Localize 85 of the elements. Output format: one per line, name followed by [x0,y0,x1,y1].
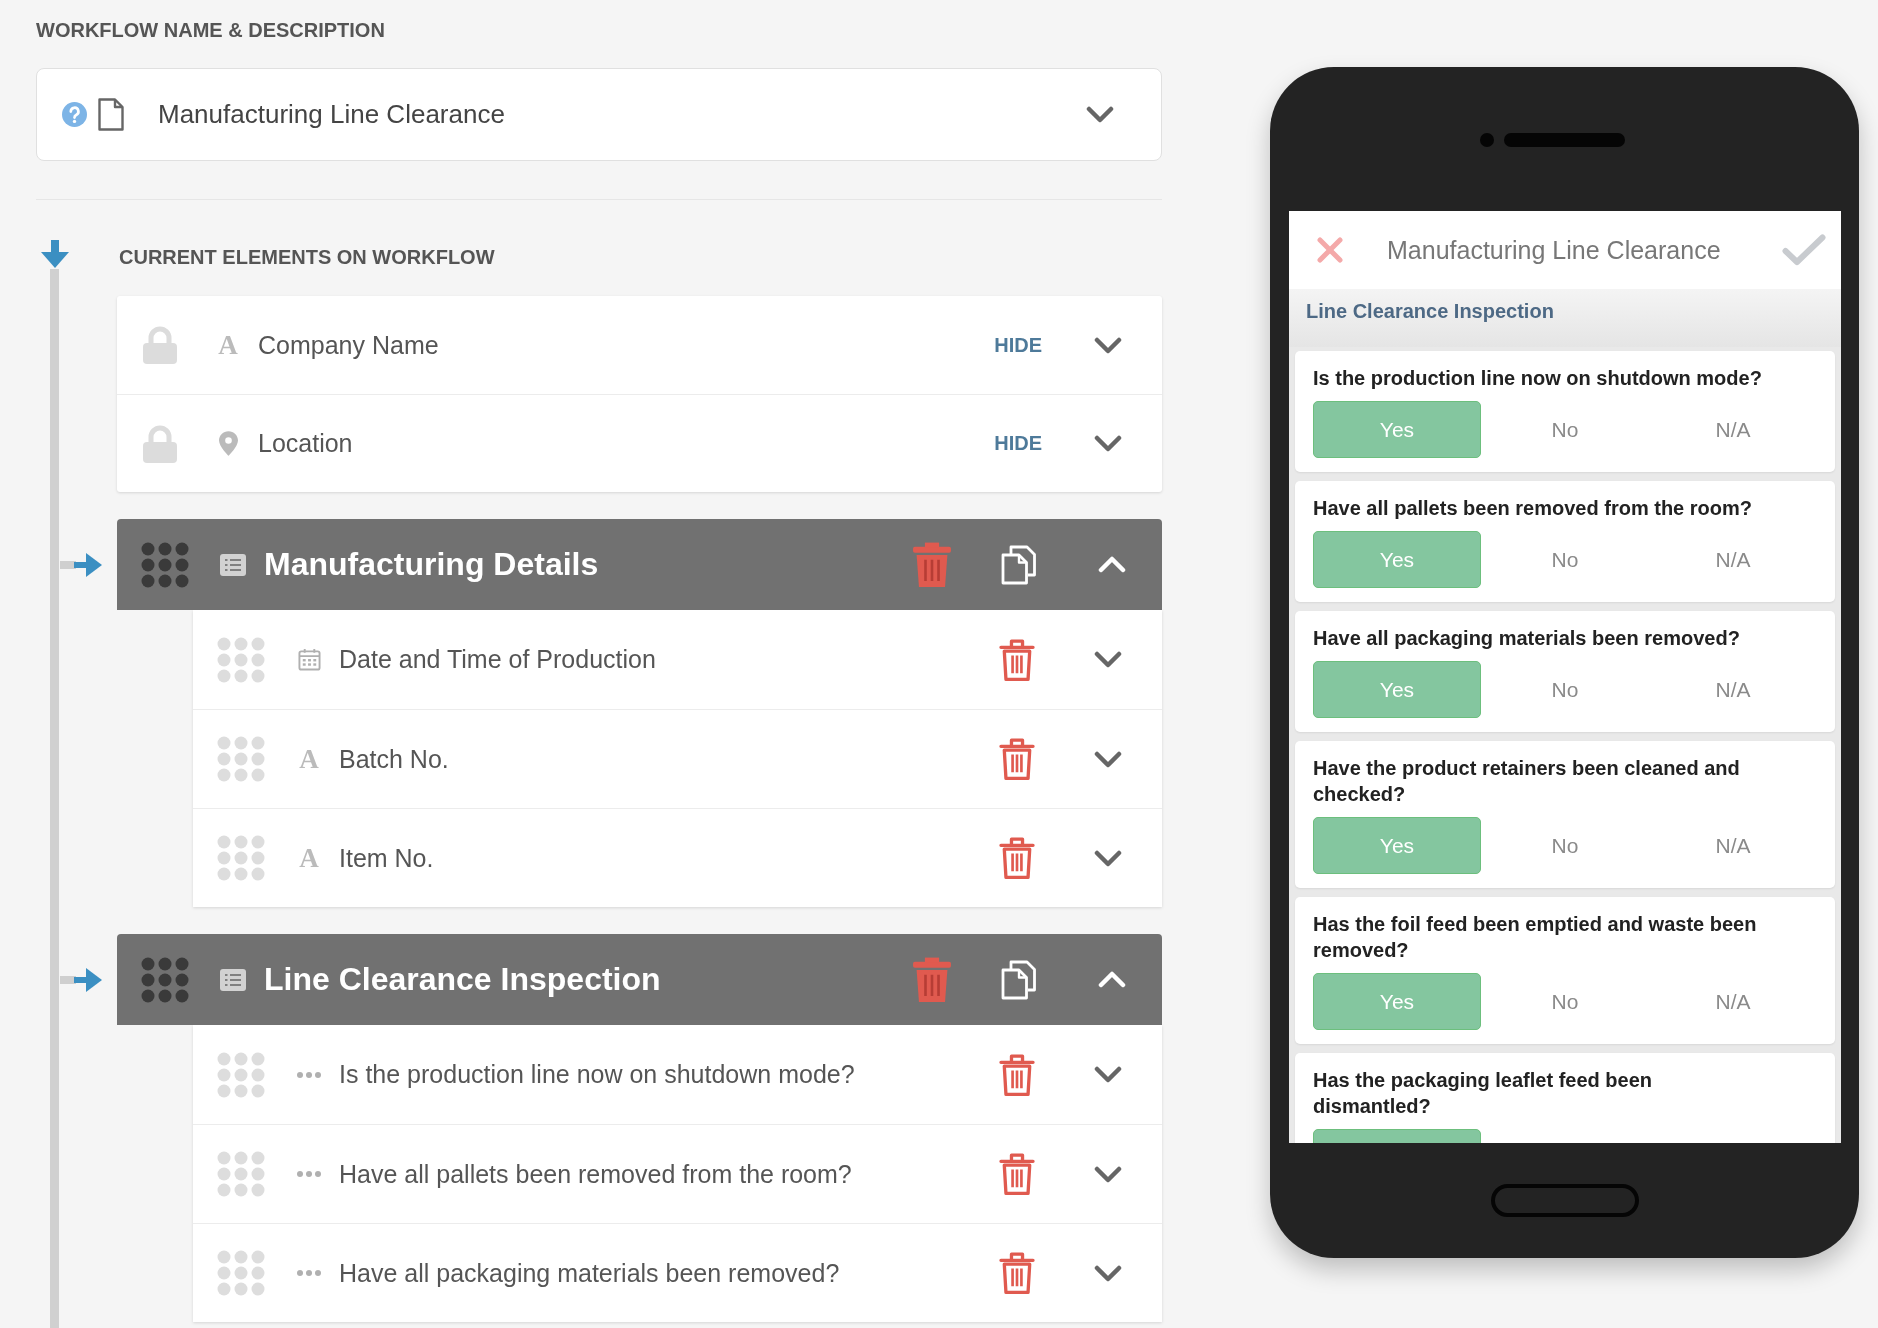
arrow-right-icon [60,966,103,993]
checkmark-icon[interactable] [1782,234,1826,266]
answer-button[interactable]: Yes [1313,531,1481,588]
workflow-name: Manufacturing Line Clearance [158,99,505,130]
chevron-down-icon[interactable] [1086,106,1114,123]
letter-type-glyph: A [299,844,319,872]
field-label: Is the production line now on shutdown mode? [339,1060,855,1089]
answer-button[interactable]: Yes [1313,973,1481,1030]
answer-button[interactable]: No [1481,817,1649,874]
calendar-icon [297,648,321,671]
section-title: Manufacturing Details [264,546,599,583]
chevron-down-icon[interactable] [1094,849,1122,867]
chevron-down-icon[interactable] [1094,1264,1122,1282]
drag-handle-icon[interactable] [141,541,189,588]
drag-handle-icon[interactable] [217,1051,265,1098]
home-button-icon [1490,1184,1639,1217]
answer-button[interactable]: No [1481,661,1649,718]
question-text: Has the foil feed been emptied and waste been removed? [1313,912,1758,963]
answer-button[interactable]: No [1481,973,1649,1030]
section-title: Line Clearance Inspection [264,961,661,998]
ellipsis-icon [297,1270,321,1276]
field-label: Company Name [258,330,439,360]
ellipsis-icon [297,1071,321,1078]
section-heading: WORKFLOW NAME & DESCRIPTION [36,19,385,41]
ellipsis-icon [297,1171,321,1177]
trash-icon[interactable] [999,1153,1035,1195]
chevron-down-icon[interactable] [1094,1066,1122,1083]
question-text: Has the packaging leaflet feed been dismantled? [1313,1068,1653,1119]
field-label: Location [258,429,353,458]
front-camera-icon [1480,133,1494,147]
section-heading: CURRENT ELEMENTS ON WORKFLOW [119,245,495,269]
close-icon[interactable] [1317,237,1343,263]
location-pin-icon [218,431,238,456]
question-text: Is the production line now on shutdown mode? [1313,366,1763,391]
copy-icon[interactable] [1001,544,1037,585]
section-label: Line Clearance Inspection [1306,300,1554,322]
field-label: Date and Time of Production [339,645,656,674]
drag-handle-icon[interactable] [217,636,265,683]
chevron-down-icon[interactable] [1094,336,1122,354]
question-text: Have all pallets been removed from the room? [1313,496,1753,521]
field-label: Have all packaging materials been removed? [339,1258,840,1288]
answer-button[interactable]: No [1481,401,1649,458]
arrow-right-icon [60,551,103,578]
answer-button[interactable]: Yes [1313,817,1481,874]
trash-icon[interactable] [999,738,1035,780]
answer-button[interactable]: N/A [1649,401,1817,458]
field-label: Batch No. [339,744,449,774]
answer-button[interactable]: N/A [1649,817,1817,874]
help-icon[interactable] [62,102,87,127]
answer-button[interactable]: No [1481,531,1649,588]
chevron-down-icon[interactable] [1094,651,1122,668]
answer-button[interactable]: Yes [1313,661,1481,718]
field-label: Have all pallets been removed from the room? [339,1159,852,1189]
copy-icon[interactable] [1001,959,1037,1000]
hide-button[interactable]: HIDE [994,333,1042,357]
answer-button[interactable]: N/A [1649,531,1817,588]
answer-button[interactable]: N/A [1649,973,1817,1030]
chevron-up-icon[interactable] [1098,971,1126,988]
drag-handle-icon[interactable] [217,835,265,881]
letter-type-glyph: A [218,331,238,359]
drag-handle-icon[interactable] [217,1250,265,1296]
chevron-down-icon[interactable] [1094,750,1122,768]
speaker-slot-icon [1504,133,1625,147]
drag-handle-icon[interactable] [217,1151,265,1197]
drag-handle-icon[interactable] [141,956,189,1003]
arrow-down-icon [40,240,70,268]
answer-button[interactable]: Yes [1313,401,1481,458]
trash-icon[interactable] [999,1252,1035,1294]
letter-type-glyph: A [299,745,319,773]
question-text: Have the product retainers been cleaned and checked? [1313,756,1741,807]
question-text: Have all packaging materials been removed? [1313,626,1741,651]
document-icon [98,98,124,131]
chevron-down-icon[interactable] [1094,435,1122,452]
trash-icon[interactable] [999,638,1035,681]
list-icon [220,553,246,576]
chevron-down-icon[interactable] [1094,1165,1122,1183]
field-label: Item No. [339,843,434,873]
trash-icon[interactable] [999,837,1035,879]
trash-icon[interactable] [999,1053,1035,1096]
preview-title: Manufacturing Line Clearance [1387,235,1721,265]
drag-handle-icon[interactable] [217,736,265,782]
answer-button[interactable]: N/A [1649,661,1817,718]
chevron-up-icon[interactable] [1098,556,1126,573]
list-icon [220,968,246,991]
hide-button[interactable]: HIDE [994,432,1042,455]
